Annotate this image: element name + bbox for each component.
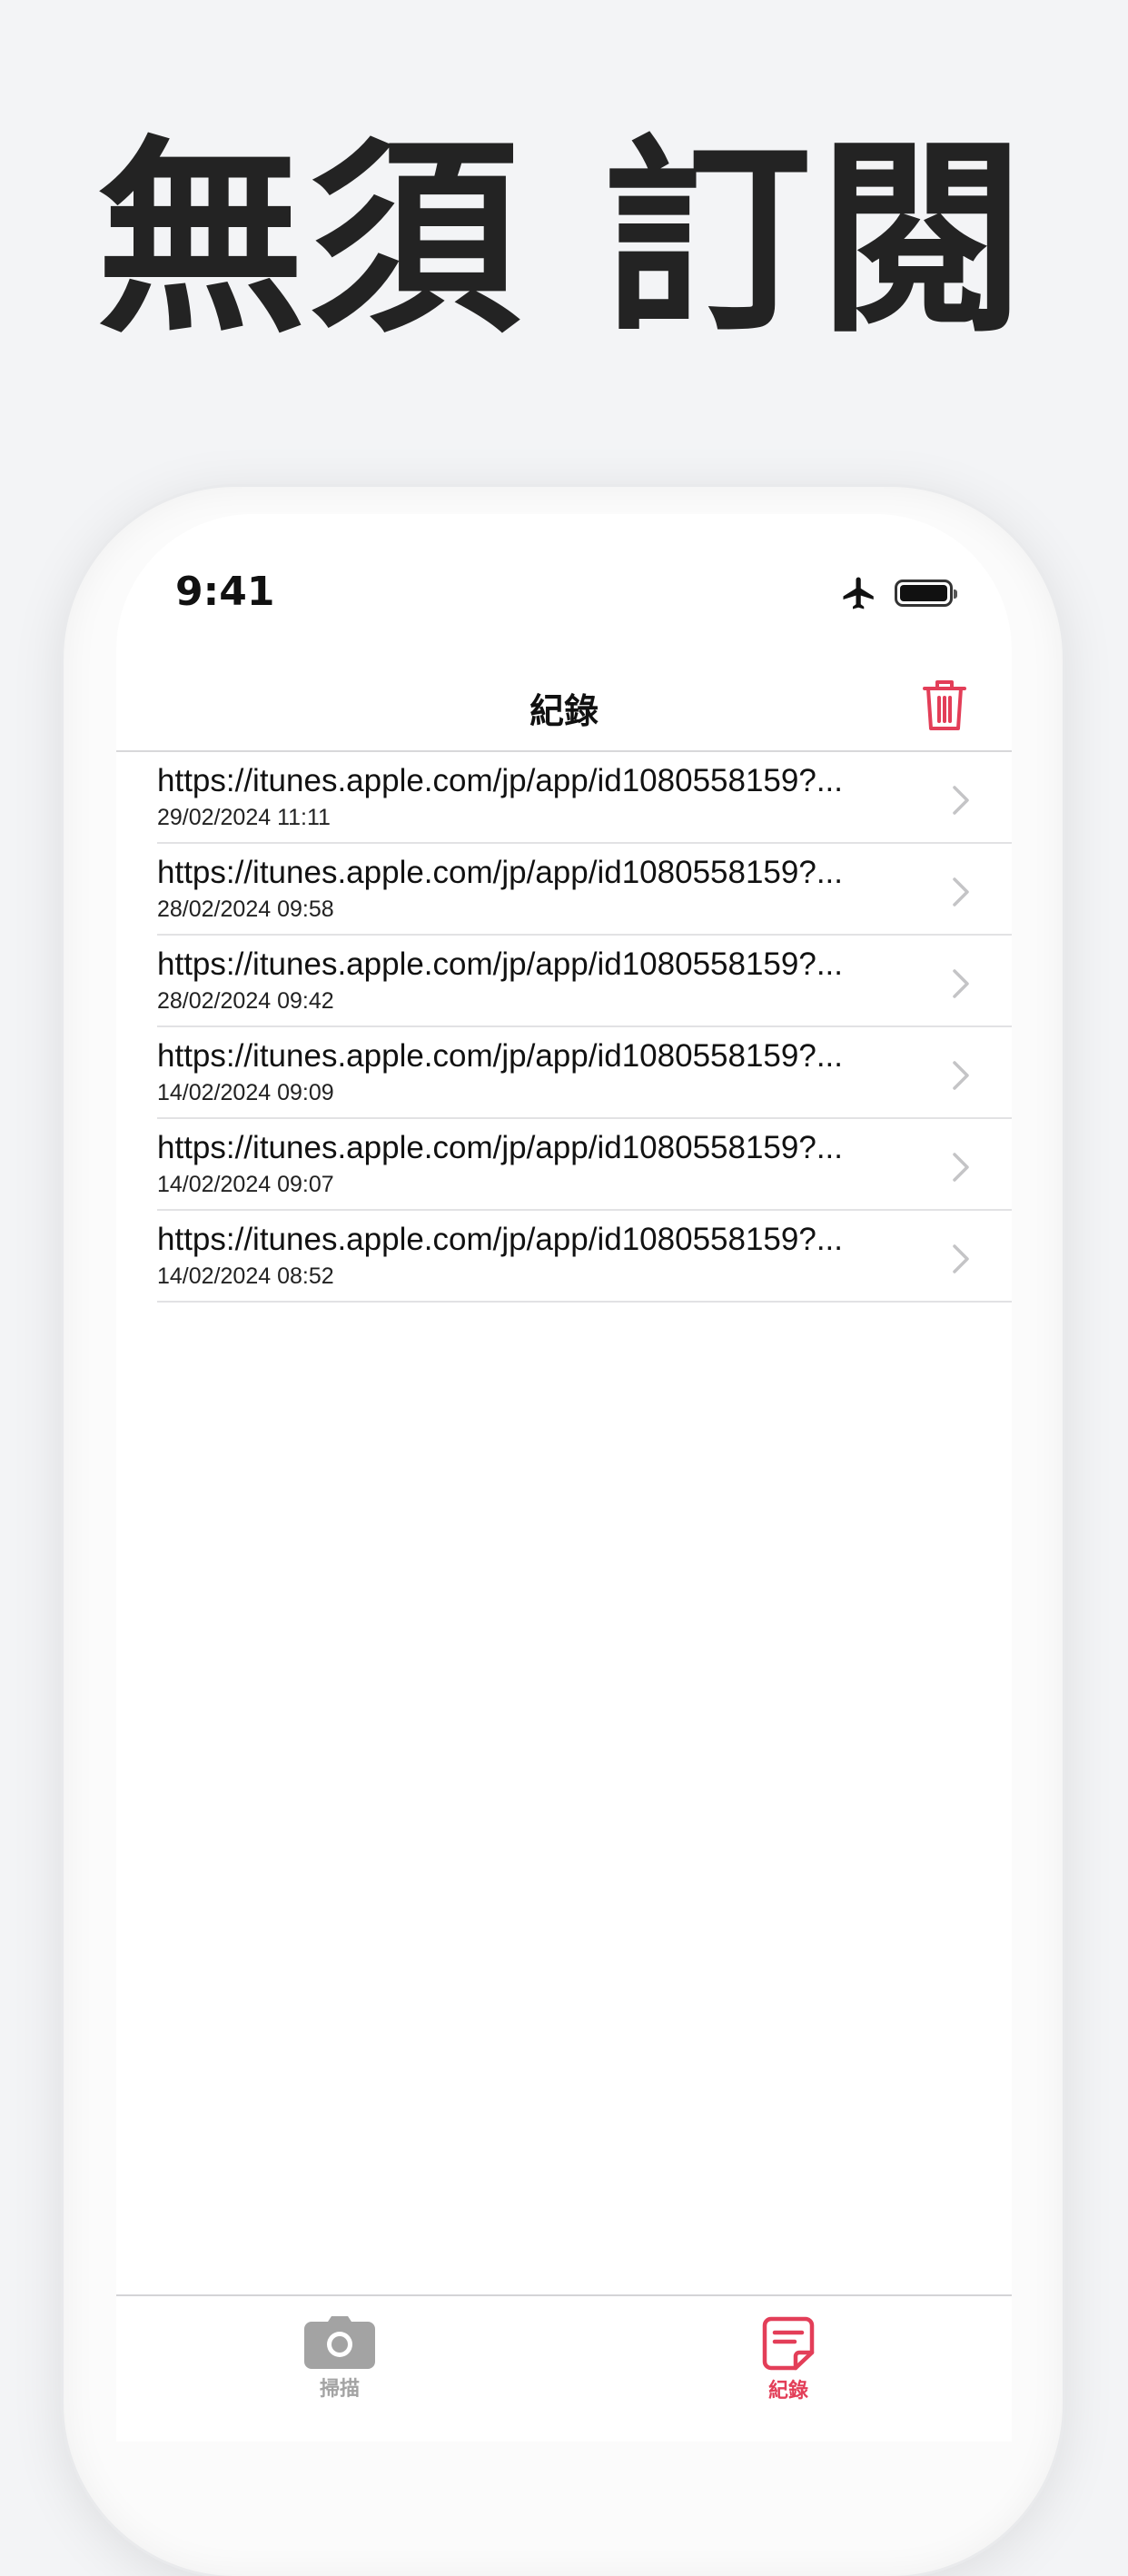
- headline: 無須 訂閱: [95, 119, 1033, 362]
- chevron-right-icon: [953, 1244, 969, 1273]
- list-item[interactable]: https://itunes.apple.com/jp/app/id108055…: [116, 844, 1012, 936]
- list-item[interactable]: https://itunes.apple.com/jp/app/id108055…: [116, 752, 1012, 844]
- tab-records-label: 紀錄: [767, 2380, 808, 2403]
- chevron-right-icon: [953, 969, 969, 998]
- app-screen: 9:41 紀錄 https://itunes.apple.com/jp/app/…: [116, 514, 1012, 2442]
- battery-icon: [895, 580, 957, 607]
- item-date: 28/02/2024 09:42: [157, 988, 334, 1014]
- list-item[interactable]: https://itunes.apple.com/jp/app/id108055…: [116, 1119, 1012, 1211]
- item-date: 29/02/2024 11:11: [157, 805, 331, 830]
- tab-scan[interactable]: 掃描: [249, 2316, 430, 2402]
- trash-icon: [923, 680, 966, 730]
- list-item[interactable]: https://itunes.apple.com/jp/app/id108055…: [116, 1211, 1012, 1303]
- list-item[interactable]: https://itunes.apple.com/jp/app/id108055…: [116, 936, 1012, 1027]
- camera-icon: [304, 2316, 375, 2369]
- tab-scan-label: 掃描: [319, 2378, 360, 2401]
- page-title: 紀錄: [529, 691, 599, 731]
- note-icon: [762, 2316, 815, 2371]
- item-url: https://itunes.apple.com/jp/app/id108055…: [157, 1130, 843, 1165]
- chevron-right-icon: [953, 877, 969, 907]
- chevron-right-icon: [953, 1061, 969, 1090]
- tab-records[interactable]: 紀錄: [698, 2316, 879, 2403]
- item-date: 28/02/2024 09:58: [157, 897, 334, 922]
- status-icons: [840, 574, 957, 612]
- chevron-right-icon: [953, 786, 969, 815]
- item-date: 14/02/2024 09:07: [157, 1172, 334, 1197]
- item-url: https://itunes.apple.com/jp/app/id108055…: [157, 855, 843, 890]
- delete-all-button[interactable]: [917, 676, 972, 734]
- status-time: 9:41: [175, 569, 275, 615]
- airplane-icon: [843, 577, 874, 609]
- item-url: https://itunes.apple.com/jp/app/id108055…: [157, 1222, 843, 1257]
- history-list: https://itunes.apple.com/jp/app/id108055…: [116, 752, 1012, 1303]
- tab-bar: 掃描 紀錄: [116, 2294, 1012, 2442]
- item-date: 14/02/2024 09:09: [157, 1080, 334, 1105]
- item-date: 14/02/2024 08:52: [157, 1263, 334, 1289]
- list-item[interactable]: https://itunes.apple.com/jp/app/id108055…: [116, 1027, 1012, 1119]
- chevron-right-icon: [953, 1153, 969, 1182]
- item-url: https://itunes.apple.com/jp/app/id108055…: [157, 763, 843, 798]
- item-url: https://itunes.apple.com/jp/app/id108055…: [157, 1038, 843, 1074]
- navigation-bar: 紀錄: [116, 659, 1012, 752]
- item-url: https://itunes.apple.com/jp/app/id108055…: [157, 946, 843, 982]
